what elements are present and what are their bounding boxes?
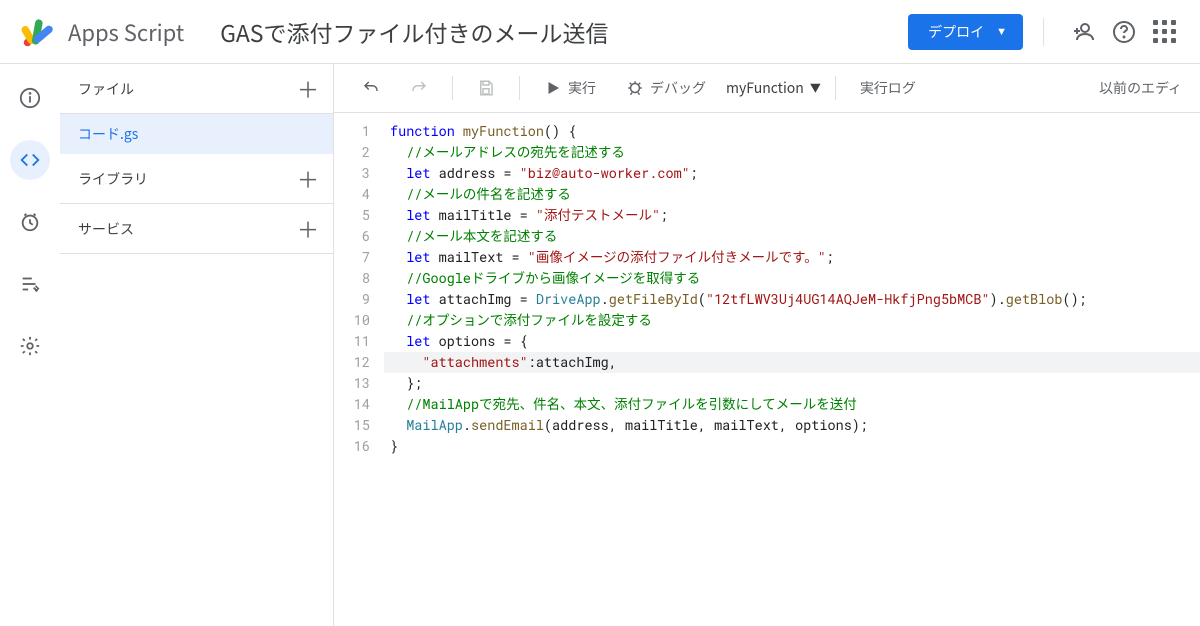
undo-button[interactable] [352, 73, 390, 103]
nav-executions[interactable] [10, 264, 50, 304]
code-editor[interactable]: 12345678910111213141516 function myFunct… [334, 113, 1200, 626]
undo-icon [362, 79, 380, 97]
gear-icon [19, 335, 41, 357]
editor-toolbar: 実行 デバッグ myFunction ▼ 実行ログ 以前のエディ [334, 64, 1200, 113]
help-icon [1112, 20, 1136, 44]
left-nav [0, 64, 60, 626]
info-icon [19, 87, 41, 109]
add-service-button[interactable]: ＋ [295, 216, 321, 242]
services-label: サービス [78, 219, 134, 239]
code-lines[interactable]: function myFunction() { //メールアドレスの宛先を記述す… [384, 113, 1200, 626]
services-section: サービス ＋ [60, 204, 333, 254]
redo-button[interactable] [400, 73, 438, 103]
nav-overview[interactable] [10, 78, 50, 118]
editor-panel: 実行 デバッグ myFunction ▼ 実行ログ 以前のエディ 1234567… [334, 64, 1200, 626]
run-button[interactable]: 実行 [534, 72, 606, 104]
function-name: myFunction [726, 78, 804, 98]
header: Apps Script GASで添付ファイル付きのメール送信 デプロイ ▼ [0, 0, 1200, 64]
debug-button[interactable]: デバッグ [616, 72, 716, 104]
library-label: ライブラリ [78, 169, 148, 189]
execution-log-button[interactable]: 実行ログ [850, 72, 926, 104]
files-label: ファイル [78, 79, 134, 99]
nav-triggers[interactable] [10, 202, 50, 242]
play-icon [544, 79, 562, 97]
add-file-button[interactable]: ＋ [295, 76, 321, 102]
divider [1043, 18, 1044, 46]
library-section: ライブラリ ＋ [60, 154, 333, 204]
clock-icon [19, 211, 41, 233]
deploy-button[interactable]: デプロイ ▼ [908, 14, 1023, 50]
apps-script-logo-icon [20, 14, 56, 50]
caret-down-icon: ▼ [996, 26, 1007, 38]
function-select[interactable]: myFunction ▼ [726, 78, 821, 98]
project-title[interactable]: GASで添付ファイル付きのメール送信 [220, 15, 608, 49]
nav-editor[interactable] [10, 140, 50, 180]
line-gutter: 12345678910111213141516 [334, 113, 384, 626]
files-section: ファイル ＋ [60, 64, 333, 114]
apps-grid-icon [1153, 20, 1176, 43]
list-icon [19, 273, 41, 295]
nav-settings[interactable] [10, 326, 50, 366]
help-button[interactable] [1104, 12, 1144, 52]
redo-icon [410, 79, 428, 97]
save-button[interactable] [467, 73, 505, 103]
brand-text: Apps Script [68, 16, 184, 48]
person-add-icon [1072, 20, 1096, 44]
files-panel: ファイル ＋ コード.gs ライブラリ ＋ サービス ＋ [60, 64, 334, 626]
add-library-button[interactable]: ＋ [295, 166, 321, 192]
run-label: 実行 [568, 78, 596, 98]
apps-menu-button[interactable] [1144, 12, 1184, 52]
share-button[interactable] [1064, 12, 1104, 52]
legacy-editor-link[interactable]: 以前のエディ [1099, 78, 1182, 98]
code-icon [19, 149, 41, 171]
file-item[interactable]: コード.gs [60, 114, 333, 154]
deploy-label: デプロイ [928, 22, 984, 42]
caret-down-icon: ▼ [810, 80, 821, 96]
logo: Apps Script [20, 14, 184, 50]
debug-label: デバッグ [650, 78, 706, 98]
bug-icon [626, 79, 644, 97]
save-icon [477, 79, 495, 97]
